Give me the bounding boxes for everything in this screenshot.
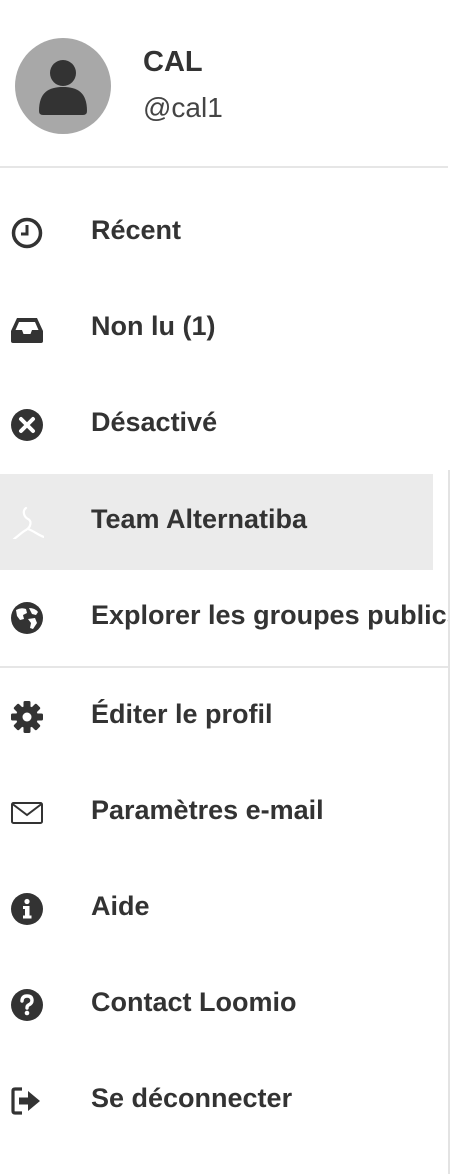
- menu-item-sign-out[interactable]: Se déconnecter: [0, 1053, 448, 1149]
- menu-label-explore: Explorer les groupes publics: [91, 600, 448, 630]
- group-logo-icon: [10, 505, 44, 539]
- menu-label-group: Team Alternatiba: [91, 504, 308, 534]
- menu-item-recent[interactable]: Récent: [0, 185, 448, 281]
- user-avatar[interactable]: [15, 38, 111, 134]
- sign-out-icon: [10, 1084, 44, 1118]
- globe-icon: [10, 601, 44, 635]
- menu-label-muted: Désactivé: [91, 407, 218, 437]
- menu-label-edit-profile: Éditer le profil: [91, 699, 273, 729]
- menu-label-unread: Non lu (1): [91, 311, 216, 341]
- drawer-edge: [448, 470, 450, 1174]
- navigation-drawer: CAL @cal1 Récent Non lu (1) Désactivé Te…: [0, 0, 448, 1174]
- user-profile-header[interactable]: CAL @cal1: [0, 0, 448, 166]
- menu-item-muted[interactable]: Désactivé: [0, 377, 448, 473]
- circle-x-icon: [10, 408, 44, 442]
- divider: [0, 666, 448, 668]
- clock-icon: [10, 216, 44, 250]
- user-handle: @cal1: [143, 92, 223, 123]
- divider: [0, 166, 448, 168]
- menu-label-recent: Récent: [91, 215, 182, 245]
- inbox-icon: [10, 312, 44, 346]
- menu-label-contact: Contact Loomio: [91, 987, 297, 1017]
- menu-item-explore[interactable]: Explorer les groupes publics: [0, 570, 448, 666]
- menu-label-email-settings: Paramètres e-mail: [91, 795, 324, 825]
- question-icon: [10, 988, 44, 1022]
- menu-item-group[interactable]: Team Alternatiba: [0, 474, 433, 570]
- user-name: CAL: [143, 46, 203, 78]
- envelope-icon: [10, 796, 44, 830]
- gear-icon: [10, 700, 44, 734]
- menu-item-contact[interactable]: Contact Loomio: [0, 957, 448, 1053]
- menu-item-edit-profile[interactable]: Éditer le profil: [0, 669, 448, 765]
- menu-label-sign-out: Se déconnecter: [91, 1083, 293, 1113]
- menu-item-help[interactable]: Aide: [0, 861, 448, 957]
- menu-item-unread[interactable]: Non lu (1): [0, 281, 448, 377]
- info-icon: [10, 892, 44, 926]
- menu-label-help: Aide: [91, 891, 150, 921]
- user-silhouette-icon: [39, 60, 87, 115]
- menu-item-email-settings[interactable]: Paramètres e-mail: [0, 765, 448, 861]
